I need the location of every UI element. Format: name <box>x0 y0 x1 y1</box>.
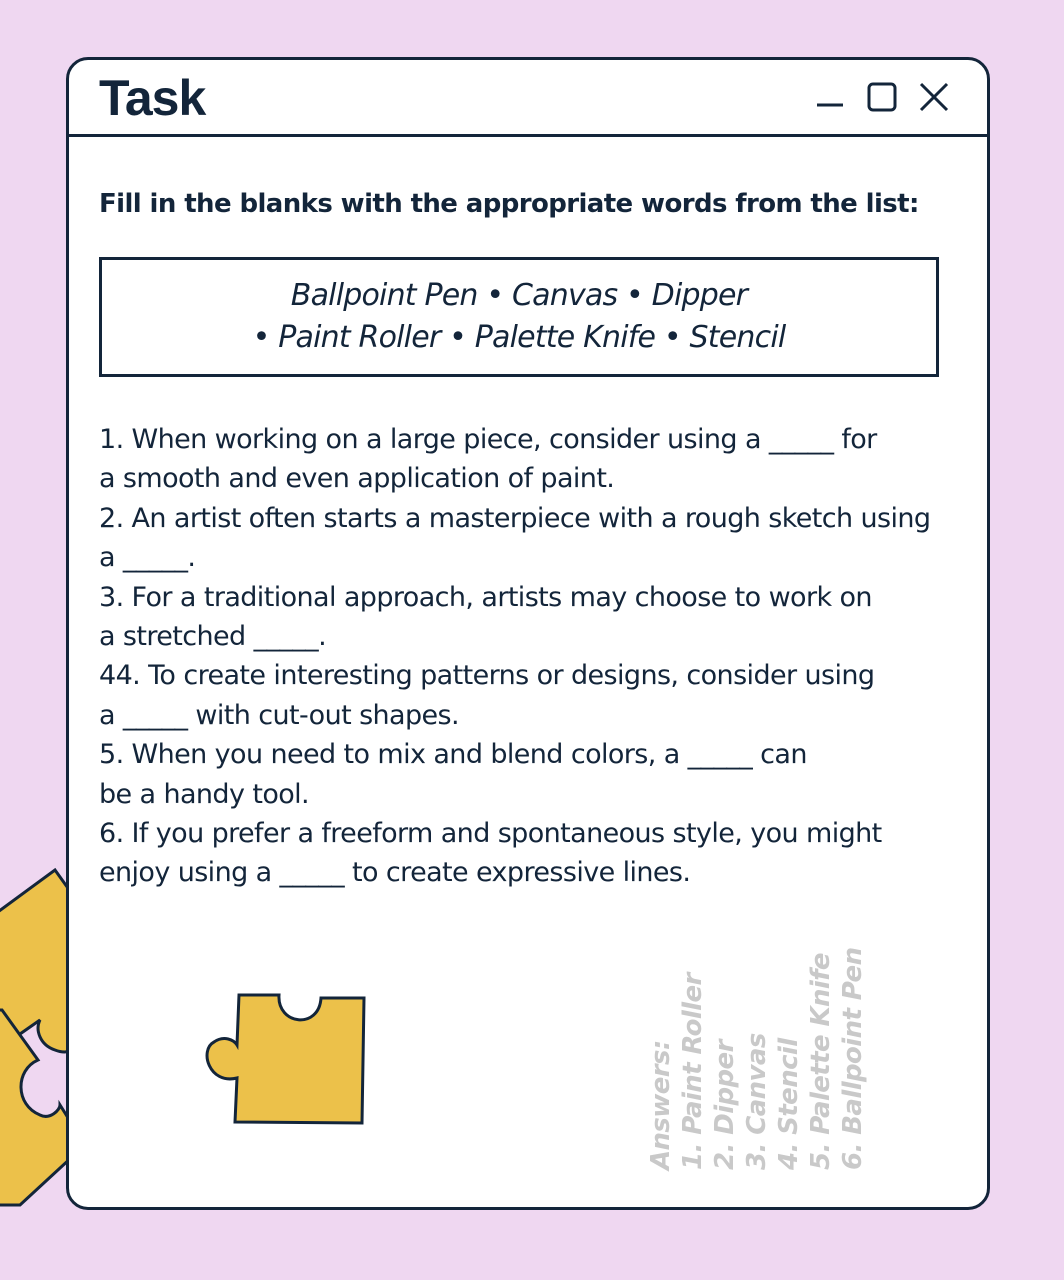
question-line: 6. If you prefer a freeform and spontane… <box>99 818 882 850</box>
word-list-box: Ballpoint Pen • Canvas • Dipper • Paint … <box>99 257 939 377</box>
answer-line: 2. Dipper <box>710 1040 740 1170</box>
answer-line: Answers: <box>646 1040 676 1170</box>
word-list-line: Ballpoint Pen • Canvas • Dipper <box>290 278 748 313</box>
question-line: 2. An artist often starts a masterpiece … <box>99 502 931 534</box>
task-instruction: Fill in the blanks with the appropriate … <box>99 189 919 219</box>
question-line: a smooth and even application of paint. <box>99 463 615 495</box>
answer-key: Answers: 1. Paint Roller 2. Dipper 3. Ca… <box>645 948 869 1170</box>
question-line: 1. When working on a large piece, consid… <box>99 424 877 455</box>
puzzle-piece-icon <box>205 993 366 1125</box>
title-bar: Task <box>69 60 987 137</box>
answer-line: 6. Ballpoint Pen <box>838 947 868 1170</box>
question-line: 5. When you need to mix and blend colors… <box>99 739 807 771</box>
question-line: a _____. <box>99 542 196 574</box>
question-line: be a handy tool. <box>99 778 310 810</box>
minimize-icon[interactable] <box>813 80 847 114</box>
maximize-icon[interactable] <box>865 80 899 114</box>
word-list-line: • Paint Roller • Palette Knife • Stencil <box>252 320 787 355</box>
answer-line: 1. Paint Roller <box>678 973 708 1170</box>
window-title: Task <box>99 70 206 126</box>
answer-line: 4. Stencil <box>774 1038 804 1170</box>
answer-line: 3. Canvas <box>742 1033 772 1170</box>
question-list: 1. When working on a large piece, consid… <box>99 420 979 893</box>
question-line: 44. To create interesting patterns or de… <box>99 660 875 692</box>
task-window: Task Fill in the blanks with the appropr… <box>66 57 990 1210</box>
question-line: a _____ with cut-out shapes. <box>99 699 460 731</box>
question-line: enjoy using a _____ to create expressive… <box>99 857 691 889</box>
question-line: 3. For a traditional approach, artists m… <box>99 581 873 613</box>
answer-line: 5. Palette Knife <box>806 953 836 1170</box>
question-line: a stretched _____. <box>99 621 327 653</box>
close-icon[interactable] <box>917 80 951 114</box>
